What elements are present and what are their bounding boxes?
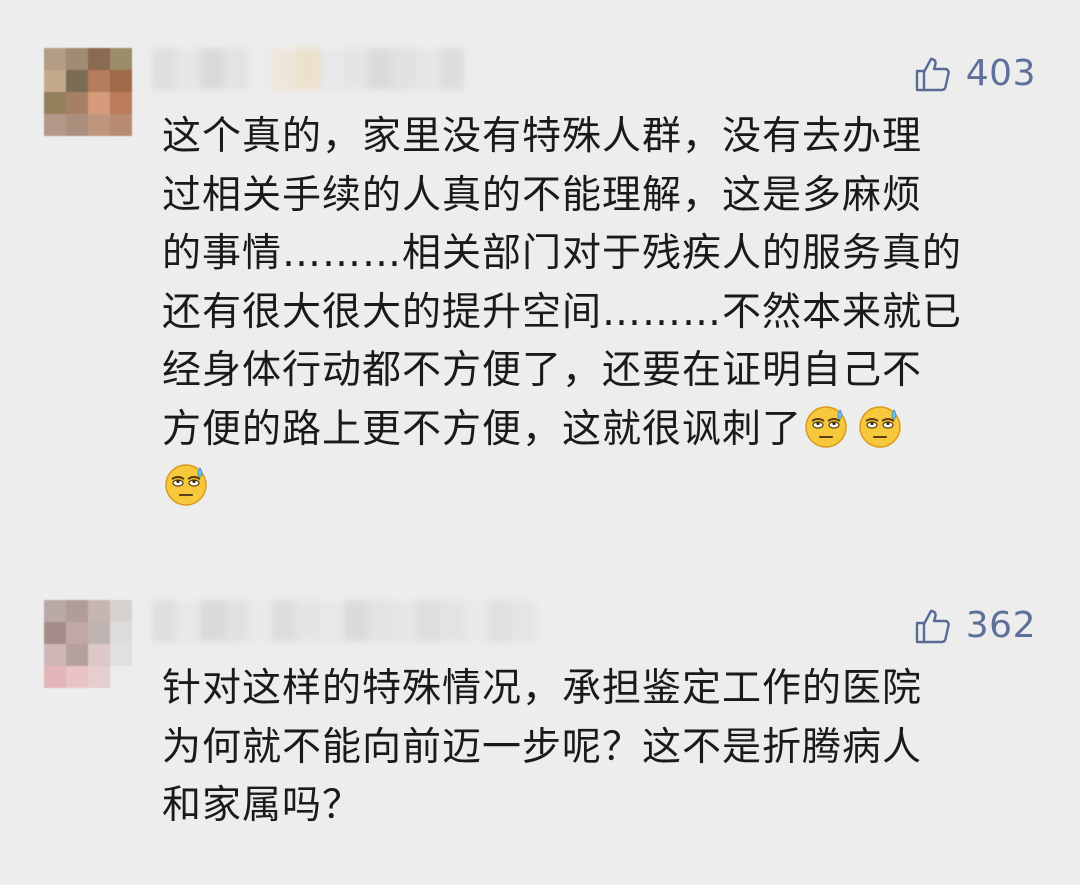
emoji-line (162, 459, 1022, 518)
avatar-pixel (66, 644, 88, 666)
like-count: 362 (965, 605, 1036, 646)
username-pixel (392, 48, 416, 90)
avatar-pixel (88, 48, 110, 70)
avatar-pixel (110, 92, 132, 114)
comment-1: 403 这个真的，家里没有特殊人群，没有去办理 过相关手续的人真的不能理解，这是… (0, 48, 1080, 528)
avatar[interactable] (44, 48, 132, 136)
username-pixel (344, 48, 368, 90)
username-pixel (320, 600, 344, 642)
username-pixel (248, 600, 272, 642)
username-pixel (464, 600, 488, 642)
avatar-pixel (66, 600, 88, 622)
comment-line-with-emoji: 方便的路上更不方便，这就很讽刺了 (162, 401, 1022, 460)
username-pixel (176, 48, 200, 90)
avatar-pixel (88, 666, 110, 688)
avatar-pixel (88, 600, 110, 622)
avatar-pixel (110, 48, 132, 70)
username-pixel (248, 48, 272, 90)
username-blurred[interactable] (152, 600, 536, 642)
comments-page: 403 这个真的，家里没有特殊人群，没有去办理 过相关手续的人真的不能理解，这是… (0, 0, 1080, 885)
username-pixel (320, 48, 344, 90)
avatar-pixel (44, 622, 66, 644)
sweat-roll-eyes-emoji-icon (805, 405, 847, 448)
username-pixel (368, 48, 392, 90)
username-pixel (440, 48, 464, 90)
thumbs-up-icon (915, 57, 950, 92)
comment-line: 经身体行动都不方便了，还要在证明自己不 (162, 348, 923, 393)
avatar-pixel (44, 114, 66, 136)
sweat-roll-eyes-emoji-icon (165, 464, 207, 506)
username-pixel (272, 600, 296, 642)
avatar-pixel (88, 92, 110, 114)
avatar-pixel (110, 70, 132, 92)
avatar-pixel (110, 114, 132, 136)
username-pixel (272, 48, 296, 90)
like-button[interactable]: 403 (912, 52, 1036, 96)
username-blurred[interactable] (152, 48, 464, 90)
username-pixel (416, 48, 440, 90)
username-pixel (176, 600, 200, 642)
comment-line: 的事情………相关部门对于残疾人的服务真的 (162, 231, 963, 276)
avatar-pixel (88, 114, 110, 136)
avatar-pixel (66, 114, 88, 136)
avatar-pixel (44, 666, 66, 688)
comment-line: 这个真的，家里没有特殊人群，没有去办理 (162, 114, 923, 159)
avatar-pixel (66, 92, 88, 114)
username-pixel (200, 600, 224, 642)
avatar-pixel (66, 622, 88, 644)
username-pixel (488, 600, 512, 642)
username-pixel (512, 600, 536, 642)
avatar-pixel (110, 666, 132, 688)
username-pixel (392, 600, 416, 642)
comment-line: 和家属吗？ (162, 783, 363, 828)
avatar-pixel (66, 48, 88, 70)
avatar-pixel (44, 92, 66, 114)
avatar-pixel (44, 600, 66, 622)
username-pixel (296, 600, 320, 642)
avatar-pixel (44, 644, 66, 666)
thumbs-up-icon (915, 609, 950, 644)
avatar-pixel (110, 600, 132, 622)
username-pixel (152, 600, 176, 642)
username-pixel (152, 48, 176, 90)
avatar-pixel (44, 48, 66, 70)
avatar-pixel (110, 644, 132, 666)
username-pixel (224, 600, 248, 642)
comment-line: 为何就不能向前迈一步呢？这不是折腾病人 (162, 724, 923, 770)
avatar-pixel (110, 622, 132, 644)
username-pixel (296, 48, 320, 90)
comment-line: 针对这样的特殊情况，承担鉴定工作的医院 (162, 666, 923, 711)
avatar-pixel (66, 70, 88, 92)
comment-line: 还有很大很大的提升空间………不然本来就已 (162, 289, 963, 335)
like-count: 403 (965, 53, 1036, 94)
sweat-roll-eyes-emoji-icon (859, 405, 901, 448)
username-pixel (416, 600, 440, 642)
comment-text: 针对这样的特殊情况，承担鉴定工作的医院 为何就不能向前迈一步呢？这不是折腾病人 … (162, 660, 1022, 836)
comment-text: 这个真的，家里没有特殊人群，没有去办理 过相关手续的人真的不能理解，这是多麻烦 … (162, 108, 1022, 518)
avatar[interactable] (44, 600, 132, 688)
comment-2: 362 针对这样的特殊情况，承担鉴定工作的医院 为何就不能向前迈一步呢？这不是折… (0, 600, 1080, 860)
username-pixel (224, 48, 248, 90)
avatar-pixel (44, 70, 66, 92)
avatar-pixel (66, 666, 88, 688)
username-pixel (368, 600, 392, 642)
like-button[interactable]: 362 (912, 604, 1036, 648)
avatar-pixel (88, 622, 110, 644)
avatar-pixel (88, 70, 110, 92)
username-pixel (200, 48, 224, 90)
username-pixel (344, 600, 368, 642)
comment-line: 过相关手续的人真的不能理解，这是多麻烦 (162, 172, 923, 218)
avatar-pixel (88, 644, 110, 666)
username-pixel (440, 600, 464, 642)
comment-line-text: 方便的路上更不方便，这就很讽刺了 (162, 406, 803, 452)
